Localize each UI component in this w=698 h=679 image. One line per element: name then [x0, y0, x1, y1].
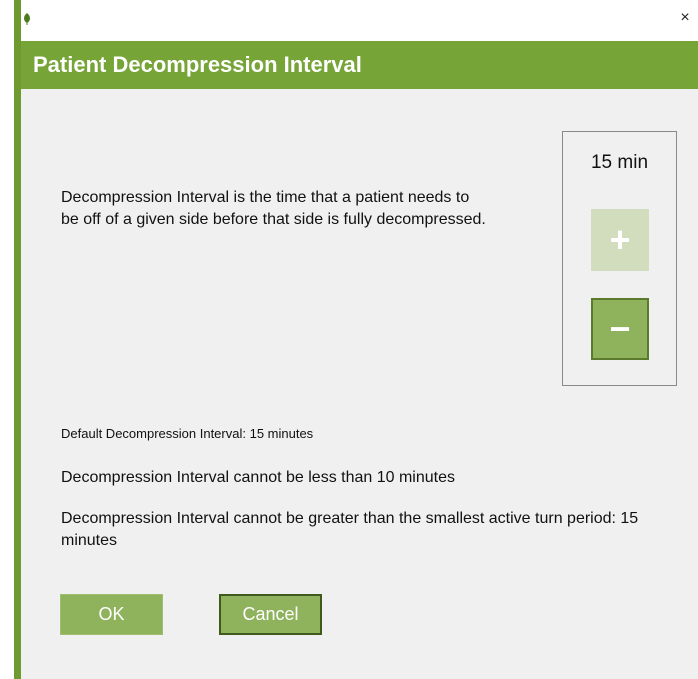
ok-button[interactable]: OK [60, 594, 163, 635]
minus-icon: − [609, 308, 631, 349]
default-interval-info: Default Decompression Interval: 15 minut… [61, 426, 314, 441]
increase-button[interactable]: + [591, 209, 649, 271]
max-interval-info: Decompression Interval cannot be greater… [61, 510, 639, 549]
interval-description: Decompression Interval is the time that … [61, 189, 486, 228]
min-interval-info: Decompression Interval cannot be less th… [61, 469, 455, 486]
close-button[interactable]: × [676, 6, 694, 30]
dialog-window: × Patient Decompression Interval Decompr… [14, 0, 698, 679]
cancel-button[interactable]: Cancel [219, 594, 322, 635]
dialog-header: Patient Decompression Interval [21, 41, 698, 89]
title-bar: × [21, 0, 698, 41]
leaf-icon [23, 12, 31, 25]
interval-value: 15 min [590, 152, 649, 173]
decrease-button[interactable]: − [591, 298, 649, 360]
interval-stepper: 15 min + − [562, 131, 677, 386]
dialog-content: Decompression Interval is the time that … [21, 89, 698, 679]
plus-icon: + [609, 219, 631, 260]
page-title: Patient Decompression Interval [33, 52, 362, 77]
